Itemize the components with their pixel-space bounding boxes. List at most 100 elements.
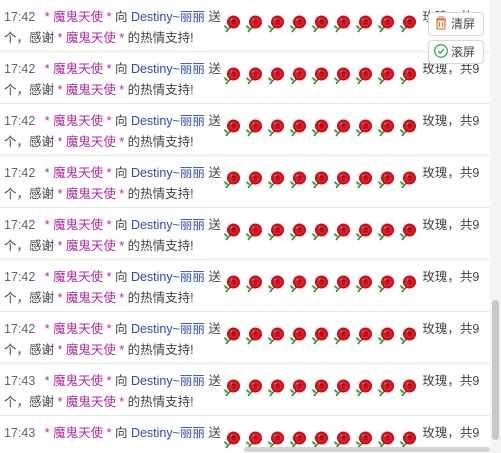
rose-gift-icons — [221, 273, 419, 295]
sender-name[interactable]: * 魔鬼天使 * — [45, 10, 112, 24]
rose-icon — [309, 169, 331, 191]
thanks-user[interactable]: * 魔鬼天使 * — [58, 343, 125, 357]
thanks-user[interactable]: * 魔鬼天使 * — [58, 187, 125, 201]
thanks-user[interactable]: * 魔鬼天使 * — [58, 291, 125, 305]
rose-icon — [353, 169, 375, 191]
rose-icon — [265, 117, 287, 139]
vertical-scrollbar[interactable] — [490, 0, 501, 453]
send-word: 送 — [208, 426, 221, 440]
sender-name[interactable]: * 魔鬼天使 * — [45, 374, 112, 388]
horizontal-scrollbar[interactable] — [0, 446, 490, 453]
host-name[interactable]: Destiny~丽丽 — [131, 114, 205, 128]
rose-gift-icons — [221, 65, 419, 87]
thanks-text: 个，感谢 — [4, 239, 55, 253]
rose-icon — [287, 169, 309, 191]
host-name[interactable]: Destiny~丽丽 — [131, 322, 205, 336]
thanks-tail: 的热情支持! — [127, 239, 194, 253]
sender-name[interactable]: * 魔鬼天使 * — [45, 426, 112, 440]
rose-icon — [331, 221, 353, 243]
host-name[interactable]: Destiny~丽丽 — [131, 270, 205, 284]
message-line-1: 17:42 * 魔鬼天使 * 向 Destiny~丽丽 送 玫瑰，共9 — [4, 111, 490, 137]
thanks-user[interactable]: * 魔鬼天使 * — [58, 135, 125, 149]
rose-icon — [331, 117, 353, 139]
thanks-user[interactable]: * 魔鬼天使 * — [58, 83, 125, 97]
host-name[interactable]: Destiny~丽丽 — [131, 10, 205, 24]
thanks-text: 个，感谢 — [4, 187, 55, 201]
thanks-tail: 的热情支持! — [127, 291, 194, 305]
rose-icon — [397, 169, 419, 191]
message-time: 17:42 — [4, 62, 36, 76]
thanks-user[interactable]: * 魔鬼天使 * — [58, 31, 125, 45]
clear-screen-label: 清屏 — [451, 17, 476, 31]
chat-message: 17:42 * 魔鬼天使 * 向 Destiny~丽丽 送 玫瑰，共9个，感谢 … — [0, 260, 490, 312]
trash-icon — [433, 15, 449, 31]
rose-icon — [353, 325, 375, 347]
gift-tail: 玫瑰，共9 — [422, 426, 480, 440]
chat-message-list: 17:42 * 魔鬼天使 * 向 Destiny~丽丽 送 玫瑰，共9个，感谢 … — [0, 0, 490, 453]
scroll-lock-label: 滚屏 — [451, 45, 476, 59]
rose-icon — [353, 117, 375, 139]
host-name[interactable]: Destiny~丽丽 — [131, 426, 205, 440]
thanks-text: 个，感谢 — [4, 343, 55, 357]
rose-icon — [331, 13, 353, 35]
message-time: 17:42 — [4, 270, 36, 284]
gift-tail: 玫瑰，共9 — [422, 374, 480, 388]
rose-icon — [221, 325, 243, 347]
rose-icon — [243, 117, 265, 139]
rose-gift-icons — [221, 169, 419, 191]
scroll-lock-button[interactable]: 滚屏 — [428, 40, 484, 64]
rose-icon — [397, 221, 419, 243]
sender-name[interactable]: * 魔鬼天使 * — [45, 62, 112, 76]
gift-tail: 玫瑰，共9 — [422, 270, 480, 284]
sender-name[interactable]: * 魔鬼天使 * — [45, 270, 112, 284]
to-word: 向 — [114, 166, 128, 180]
to-word: 向 — [114, 218, 128, 232]
message-line-1: 17:42 * 魔鬼天使 * 向 Destiny~丽丽 送 玫瑰，共9 — [4, 215, 490, 241]
rose-icon — [243, 13, 265, 35]
thanks-tail: 的热情支持! — [127, 135, 194, 149]
to-word: 向 — [114, 322, 128, 336]
rose-icon — [265, 273, 287, 295]
rose-icon — [287, 117, 309, 139]
thanks-tail: 的热情支持! — [127, 83, 194, 97]
host-name[interactable]: Destiny~丽丽 — [131, 62, 205, 76]
message-time: 17:42 — [4, 322, 36, 336]
rose-icon — [309, 273, 331, 295]
host-name[interactable]: Destiny~丽丽 — [131, 166, 205, 180]
rose-icon — [397, 325, 419, 347]
host-name[interactable]: Destiny~丽丽 — [131, 218, 205, 232]
send-word: 送 — [208, 322, 221, 336]
sender-name[interactable]: * 魔鬼天使 * — [45, 322, 112, 336]
rose-icon — [221, 377, 243, 399]
rose-icon — [309, 65, 331, 87]
rose-icon — [309, 221, 331, 243]
rose-icon — [287, 65, 309, 87]
clear-screen-button[interactable]: 清屏 — [428, 12, 484, 36]
message-time: 17:43 — [4, 426, 36, 440]
thanks-text: 个，感谢 — [4, 291, 55, 305]
to-word: 向 — [114, 426, 128, 440]
thanks-user[interactable]: * 魔鬼天使 * — [58, 239, 125, 253]
send-word: 送 — [208, 166, 221, 180]
thanks-tail: 的热情支持! — [127, 187, 194, 201]
sender-name[interactable]: * 魔鬼天使 * — [45, 166, 112, 180]
gift-tail: 玫瑰，共9 — [422, 322, 480, 336]
to-word: 向 — [114, 270, 128, 284]
rose-icon — [287, 273, 309, 295]
chat-message: 17:42 * 魔鬼天使 * 向 Destiny~丽丽 送 玫瑰，共9个，感谢 … — [0, 156, 490, 208]
rose-icon — [331, 169, 353, 191]
message-line-1: 17:43 * 魔鬼天使 * 向 Destiny~丽丽 送 玫瑰，共9 — [4, 371, 490, 397]
rose-icon — [353, 65, 375, 87]
rose-icon — [353, 273, 375, 295]
host-name[interactable]: Destiny~丽丽 — [131, 374, 205, 388]
horizontal-scroll-thumb[interactable] — [244, 447, 490, 452]
gift-tail: 玫瑰，共9 — [422, 114, 480, 128]
rose-icon — [243, 169, 265, 191]
message-time: 17:42 — [4, 114, 36, 128]
sender-name[interactable]: * 魔鬼天使 * — [45, 218, 112, 232]
rose-icon — [331, 325, 353, 347]
vertical-scroll-thumb[interactable] — [492, 300, 499, 440]
sender-name[interactable]: * 魔鬼天使 * — [45, 114, 112, 128]
message-line-1: 17:42 * 魔鬼天使 * 向 Destiny~丽丽 送 玫瑰，共9 — [4, 7, 490, 33]
thanks-user[interactable]: * 魔鬼天使 * — [58, 395, 125, 409]
